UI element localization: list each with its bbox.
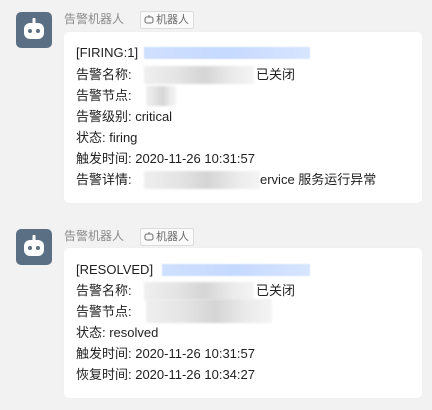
sender-name[interactable]: 告警机器人 [64,229,124,243]
bot-badge: 机器人 [140,11,194,29]
alert-detail-line: 告警详情: [76,172,132,187]
bot-badge-label: 机器人 [156,14,189,26]
alert-node-line: 告警节点: [76,88,132,103]
redacted-value [144,66,254,84]
robot-icon [24,18,44,39]
robot-mini-icon [144,15,154,24]
alert-name-tail: 已关闭 [256,67,296,82]
alert-name-line: 告警名称: [76,67,132,82]
redacted-value [144,282,254,300]
alert-level-line: 告警级别: critical [76,109,173,124]
alert-node-line: 告警节点: [76,304,132,319]
recover-time-line: 恢复时间: 2020-11-26 10:34:27 [76,367,255,382]
alert-name-tail: 已关闭 [256,283,296,298]
bot-avatar[interactable] [16,229,52,265]
alert-card[interactable]: [RESOLVED] 告警名称: 已关闭 告警节点: 状态: resolved … [64,248,422,398]
redacted-value [146,86,176,106]
status-line: 状态: resolved [76,325,159,340]
message-firing: 告警机器人 机器人 [FIRING:1] 告警名称: 已关闭 告警节点: 告警级… [0,0,432,210]
robot-mini-icon [144,232,154,241]
fire-time-line: 触发时间: 2020-11-26 10:31:57 [76,346,255,361]
alert-title: [RESOLVED] [76,262,154,277]
redacted-link[interactable] [162,264,310,276]
fire-time-line: 触发时间: 2020-11-26 10:31:57 [76,151,255,166]
alert-name-line: 告警名称: [76,283,132,298]
message-resolved: 告警机器人 机器人 [RESOLVED] 告警名称: 已关闭 告警节点: 状态:… [0,222,432,410]
alert-detail-tail: ervice 服务运行异常 [260,172,377,187]
robot-icon [24,235,44,256]
bot-avatar[interactable] [16,12,52,48]
redacted-value [144,171,260,189]
bot-badge-label: 机器人 [156,231,189,243]
redacted-value [146,299,272,323]
alert-card[interactable]: [FIRING:1] 告警名称: 已关闭 告警节点: 告警级别: critica… [64,32,422,203]
sender-name[interactable]: 告警机器人 [64,12,124,26]
status-line: 状态: firing [76,130,138,145]
alert-title: [FIRING:1] [76,45,139,60]
redacted-link[interactable] [144,47,310,59]
bot-badge: 机器人 [140,228,194,246]
